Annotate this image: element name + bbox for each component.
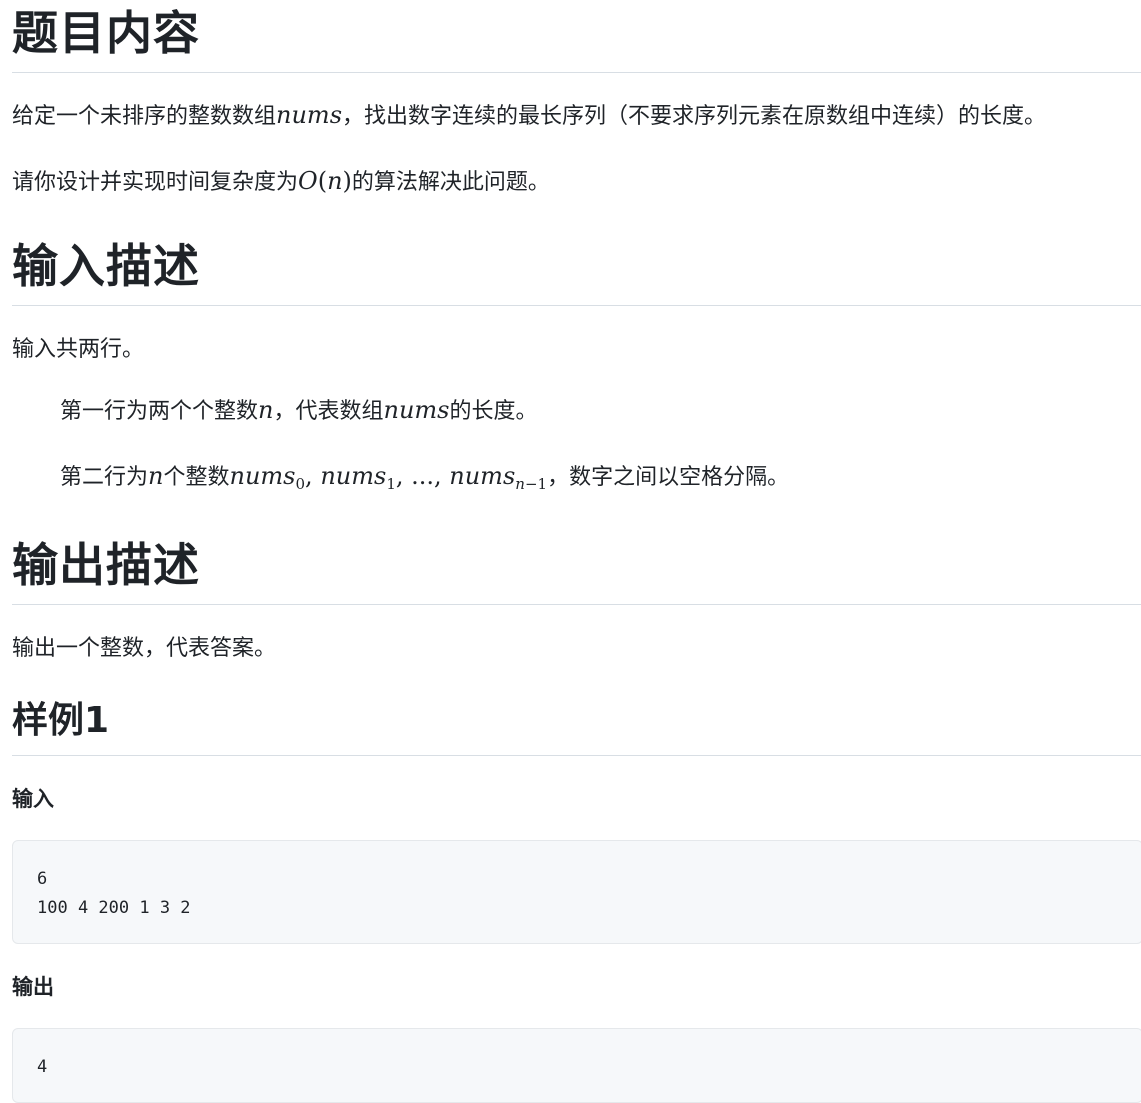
- input-desc-0: 输入共两行。: [12, 337, 145, 362]
- sample-output-code[interactable]: 4: [12, 1028, 1141, 1103]
- math-big-o: O: [298, 167, 318, 195]
- problem-desc-2: 请你设计并实现时间复杂度为O(n)的算法解决此问题。: [12, 167, 550, 195]
- math-nums: nums: [276, 101, 343, 129]
- input-desc-2: 第二行为n个整数nums0, nums1, ..., numsn−1，数字之间以…: [60, 462, 790, 493]
- output-desc-0: 输出一个整数，代表答案。: [12, 636, 277, 661]
- problem-title: 题目内容: [12, 0, 1141, 73]
- sample-output-label: 输出: [12, 975, 54, 999]
- output-title: 输出描述: [12, 532, 1141, 605]
- sample-title: 样例1: [12, 697, 1141, 756]
- sample-input-label: 输入: [12, 787, 54, 811]
- input-desc-1: 第一行为两个个整数n，代表数组nums的长度。: [60, 396, 538, 424]
- problem-desc-1: 给定一个未排序的整数数组nums，找出数字连续的最长序列（不要求序列元素在原数组…: [12, 101, 1047, 129]
- problem-page: 题目内容 给定一个未排序的整数数组nums，找出数字连续的最长序列（不要求序列元…: [12, 0, 1141, 1103]
- input-title: 输入描述: [12, 233, 1141, 306]
- sample-input-code[interactable]: 6 100 4 200 1 3 2: [12, 840, 1141, 944]
